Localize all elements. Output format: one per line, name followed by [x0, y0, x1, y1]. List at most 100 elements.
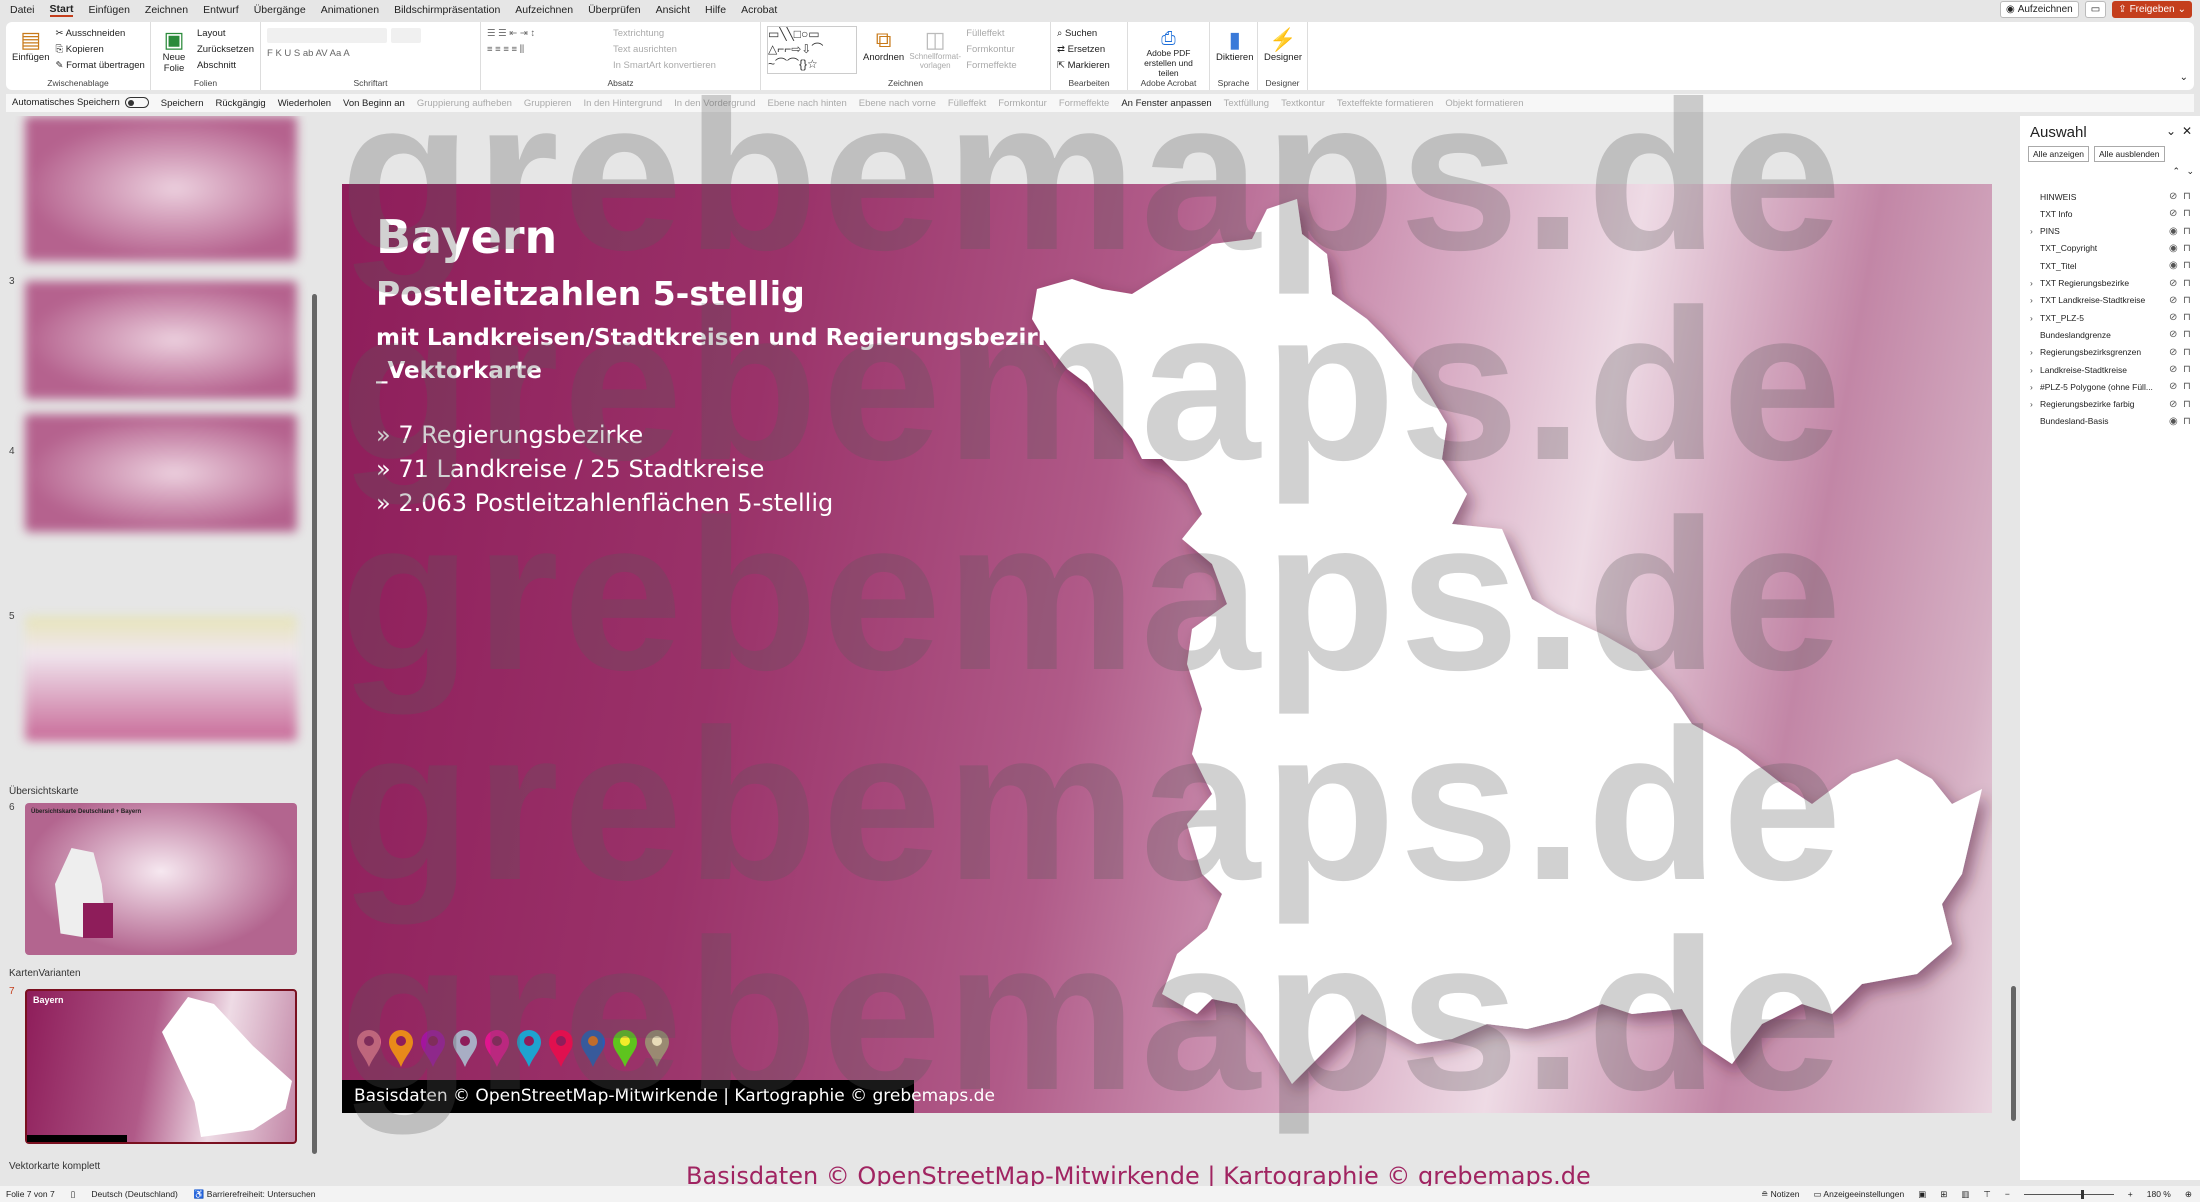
- pane-options-icon[interactable]: ⌄: [2166, 124, 2176, 138]
- qat-item[interactable]: Automatisches Speichern: [12, 97, 149, 109]
- selection-item[interactable]: TXT Info ⊘ ⊓: [2030, 205, 2195, 222]
- eye-hidden-icon[interactable]: ⊘: [2169, 191, 2183, 202]
- scrollbar-thumb[interactable]: [312, 294, 317, 1154]
- pins-group[interactable]: [356, 1029, 670, 1067]
- unlock-icon[interactable]: ⊓: [2183, 278, 2195, 289]
- qat-item[interactable]: Gruppierung aufheben: [417, 98, 512, 109]
- autosave-toggle[interactable]: [124, 97, 149, 109]
- ribbon-collapse-icon[interactable]: ⌄: [2180, 72, 2188, 83]
- qat-item[interactable]: Gruppieren: [524, 98, 572, 109]
- selection-item[interactable]: › #PLZ-5 Polygone (ohne Füll... ⊘ ⊓: [2030, 378, 2195, 395]
- menu-tab[interactable]: Übergänge: [254, 4, 306, 16]
- slide-thumbnail-2[interactable]: [25, 116, 297, 261]
- bullet-list[interactable]: » 7 Regierungsbezirke » 71 Landkreise / …: [376, 418, 833, 520]
- eye-hidden-icon[interactable]: ⊘: [2169, 295, 2183, 306]
- eye-hidden-icon[interactable]: ⊘: [2169, 329, 2183, 340]
- qat-item[interactable]: Objekt formatieren: [1445, 98, 1523, 109]
- menu-tab[interactable]: Animationen: [321, 4, 379, 16]
- select-button[interactable]: ⇱ Markieren: [1057, 60, 1110, 71]
- chevron-right-icon[interactable]: ›: [2030, 295, 2040, 305]
- section-header[interactable]: Vektorkarte komplett: [9, 1161, 100, 1172]
- eye-icon[interactable]: ◉: [2169, 260, 2183, 271]
- find-button[interactable]: ⌕ Suchen: [1057, 28, 1110, 39]
- chevron-right-icon[interactable]: ›: [2030, 347, 2040, 357]
- menu-tab[interactable]: Einfügen: [88, 4, 129, 16]
- map-pin-icon[interactable]: [580, 1029, 606, 1067]
- section-header[interactable]: Übersichtskarte: [9, 786, 78, 797]
- paste-button[interactable]: ▤ Einfügen: [12, 26, 50, 76]
- selection-item[interactable]: › TXT Regierungsbezirke ⊘ ⊓: [2030, 275, 2195, 292]
- comments-button[interactable]: ▭: [2084, 1, 2107, 18]
- dictate-button[interactable]: ▮ Diktieren: [1216, 26, 1254, 76]
- unlock-icon[interactable]: ⊓: [2183, 416, 2195, 427]
- unlock-icon[interactable]: ⊓: [2183, 191, 2195, 202]
- qat-item[interactable]: Speichern: [161, 98, 204, 109]
- chevron-right-icon[interactable]: ›: [2030, 278, 2040, 288]
- menu-tab[interactable]: Start: [49, 3, 74, 17]
- chevron-right-icon[interactable]: ›: [2030, 226, 2040, 236]
- menu-tab[interactable]: Überprüfen: [588, 4, 641, 16]
- spellcheck-icon[interactable]: ▯: [71, 1189, 76, 1200]
- scrollbar-thumb[interactable]: [2011, 986, 2016, 1121]
- qat-item[interactable]: In den Hintergrund: [583, 98, 662, 109]
- map-pin-icon[interactable]: [516, 1029, 542, 1067]
- qat-item[interactable]: Rückgängig: [216, 98, 266, 109]
- eye-hidden-icon[interactable]: ⊘: [2169, 208, 2183, 219]
- layout-button[interactable]: Layout: [197, 28, 254, 39]
- unlock-icon[interactable]: ⊓: [2183, 312, 2195, 323]
- selection-item[interactable]: › Regierungsbezirksgrenzen ⊘ ⊓: [2030, 344, 2195, 361]
- format-painter-button[interactable]: ✎ Format übertragen: [56, 60, 145, 71]
- align-text-button[interactable]: Text ausrichten: [613, 44, 716, 55]
- replace-button[interactable]: ⇄ Ersetzen: [1057, 44, 1110, 55]
- eye-hidden-icon[interactable]: ⊘: [2169, 278, 2183, 289]
- map-pin-icon[interactable]: [356, 1029, 382, 1067]
- zoom-out-button[interactable]: −: [2005, 1189, 2010, 1199]
- hide-all-button[interactable]: Alle ausblenden: [2094, 146, 2165, 162]
- slide-thumbnail-6[interactable]: Übersichtskarte Deutschland + Bayern: [25, 803, 297, 955]
- menu-tab[interactable]: Ansicht: [656, 4, 690, 16]
- eye-icon[interactable]: ◉: [2169, 243, 2183, 254]
- menu-tab[interactable]: Zeichnen: [145, 4, 188, 16]
- map-pin-icon[interactable]: [452, 1029, 478, 1067]
- chevron-right-icon[interactable]: ›: [2030, 382, 2040, 392]
- selection-item[interactable]: › PINS ◉ ⊓: [2030, 223, 2195, 240]
- eye-hidden-icon[interactable]: ⊘: [2169, 364, 2183, 375]
- qat-item[interactable]: Fülleffekt: [948, 98, 986, 109]
- zoom-level[interactable]: 180 %: [2147, 1189, 2171, 1199]
- qat-item[interactable]: Ebene nach hinten: [768, 98, 847, 109]
- copyright-text[interactable]: Basisdaten © OpenStreetMap-Mitwirkende |…: [342, 1080, 995, 1113]
- notes-button[interactable]: ≘ Notizen: [1761, 1189, 1799, 1200]
- menu-tab[interactable]: Hilfe: [705, 4, 726, 16]
- list-buttons[interactable]: ☰ ☰ ⇤ ⇥ ↕: [487, 28, 607, 39]
- show-all-button[interactable]: Alle anzeigen: [2028, 146, 2090, 162]
- normal-view-icon[interactable]: ▣: [1918, 1189, 1926, 1200]
- slide-subtitle[interactable]: Postleitzahlen 5-stellig: [376, 274, 805, 313]
- cut-button[interactable]: ✂ Ausschneiden: [56, 28, 145, 39]
- eye-hidden-icon[interactable]: ⊘: [2169, 312, 2183, 323]
- eye-hidden-icon[interactable]: ⊘: [2169, 399, 2183, 410]
- qat-item[interactable]: Formkontur: [998, 98, 1047, 109]
- arrange-button[interactable]: ⧉ Anordnen: [863, 26, 904, 76]
- font-size-select[interactable]: [391, 28, 421, 43]
- qat-item[interactable]: Textkontur: [1281, 98, 1325, 109]
- zoom-slider-thumb[interactable]: [2080, 1189, 2084, 1199]
- display-settings-button[interactable]: ▭ Anzeigeeinstellungen: [1813, 1189, 1904, 1200]
- fit-to-window-icon[interactable]: ⊕: [2185, 1189, 2192, 1200]
- eye-hidden-icon[interactable]: ⊘: [2169, 381, 2183, 392]
- language-indicator[interactable]: Deutsch (Deutschland): [91, 1189, 177, 1199]
- unlock-icon[interactable]: ⊓: [2183, 399, 2195, 410]
- chevron-right-icon[interactable]: ›: [2030, 313, 2040, 323]
- selection-item[interactable]: HINWEIS ⊘ ⊓: [2030, 188, 2195, 205]
- slideshow-icon[interactable]: ⊤: [1983, 1189, 1990, 1200]
- outline-button[interactable]: Formkontur: [966, 44, 1017, 55]
- map-pin-icon[interactable]: [388, 1029, 414, 1067]
- qat-item[interactable]: Formeffekte: [1059, 98, 1110, 109]
- eye-icon[interactable]: ◉: [2169, 226, 2183, 237]
- unlock-icon[interactable]: ⊓: [2183, 381, 2195, 392]
- qat-item[interactable]: Ebene nach vorne: [859, 98, 936, 109]
- reset-button[interactable]: Zurücksetzen: [197, 44, 254, 55]
- menu-tab[interactable]: Aufzeichnen: [515, 4, 573, 16]
- section-header[interactable]: KartenVarianten: [9, 968, 81, 979]
- selection-item[interactable]: TXT_Copyright ◉ ⊓: [2030, 240, 2195, 257]
- zoom-slider[interactable]: [2023, 1189, 2114, 1199]
